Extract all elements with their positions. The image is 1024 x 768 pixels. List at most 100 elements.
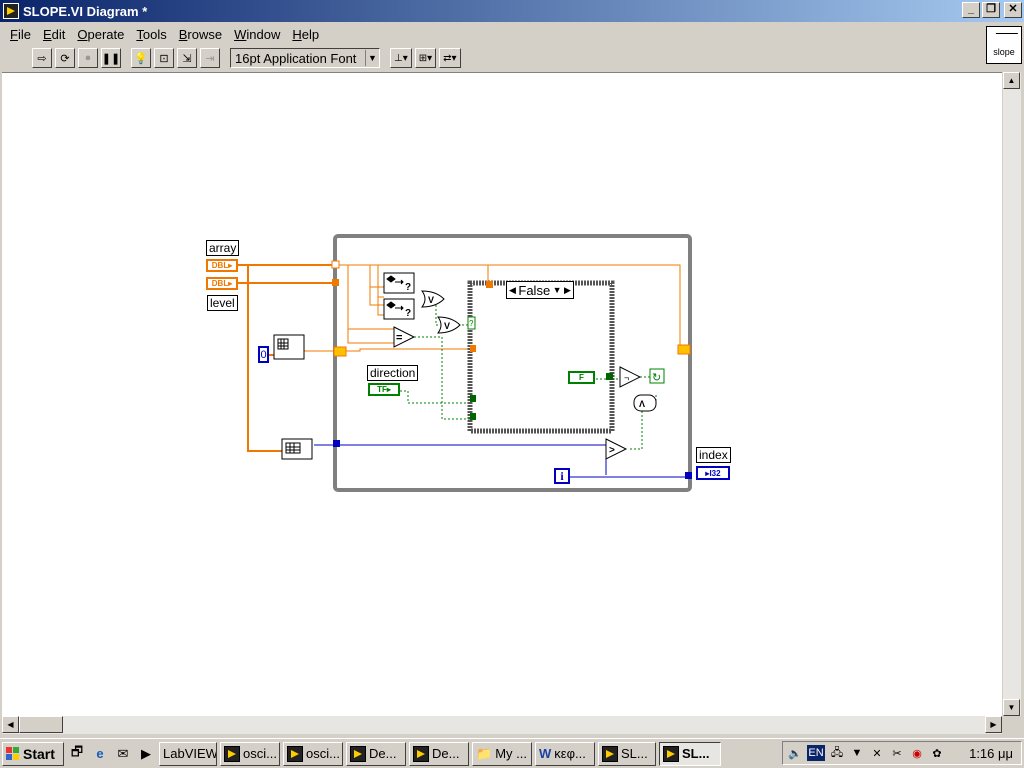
- taskbar: Start 🗗 e ✉ ▶ LabVIEW osci... osci... De…: [0, 738, 1024, 768]
- vertical-scrollbar[interactable]: ▲ ▼: [1003, 72, 1021, 716]
- distribute-objects-dropdown[interactable]: ⊞▾: [414, 48, 437, 68]
- taskbar-item-slope-1[interactable]: SL...: [598, 741, 656, 766]
- shift-register-left[interactable]: [333, 346, 347, 357]
- scroll-up-arrow[interactable]: ▲: [1003, 72, 1020, 89]
- taskbar-item-slope-2[interactable]: SL...: [659, 741, 721, 766]
- toolbar: ⇨ ⟳ ● ❚❚ 💡 ⊡ ⇲ ⇥ 16pt Application Font ▼…: [0, 46, 985, 70]
- highlight-execution-button[interactable]: 💡: [131, 48, 151, 68]
- menu-bar: File Edit Operate Tools Browse Window He…: [0, 23, 980, 45]
- outlook-icon[interactable]: ✉: [113, 744, 133, 764]
- false-constant[interactable]: F: [568, 371, 595, 384]
- case-input-tunnel: [470, 345, 476, 352]
- menu-help[interactable]: Help: [286, 25, 325, 44]
- start-button[interactable]: Start: [2, 741, 64, 766]
- not-node[interactable]: [619, 366, 642, 388]
- level-control-terminal[interactable]: DBL ▸: [206, 277, 238, 290]
- network-icon[interactable]: 🖧: [829, 745, 845, 761]
- labview-icon: [287, 745, 303, 762]
- svg-text:?: ?: [469, 319, 474, 328]
- case-prev-arrow[interactable]: ◀: [509, 285, 516, 296]
- taskbar-item-labview[interactable]: LabVIEW: [159, 741, 217, 766]
- chevron-down-icon[interactable]: ▼: [553, 285, 562, 295]
- run-continuously-button[interactable]: ⟳: [55, 48, 75, 68]
- taskbar-item-de-1[interactable]: De...: [346, 741, 406, 766]
- align-objects-dropdown[interactable]: ⊥▾: [390, 48, 412, 68]
- media-player-icon[interactable]: ▶: [136, 744, 156, 764]
- abort-button[interactable]: ●: [78, 48, 98, 68]
- svg-text:↻: ↻: [652, 372, 661, 384]
- block-diagram-canvas[interactable]: ? ? V V = ? ¬ ↻ Λ > array DBL ▸ DBL ▸ leve…: [2, 72, 1002, 716]
- retain-wire-values-button[interactable]: ⊡: [154, 48, 174, 68]
- step-into-button[interactable]: ⇲: [177, 48, 197, 68]
- title-bar: SLOPE.VI Diagram * _ ❐ ✕: [0, 0, 1024, 22]
- pause-button[interactable]: ❚❚: [101, 48, 121, 68]
- taskbar-item-osci-1[interactable]: osci...: [220, 741, 280, 766]
- level-label[interactable]: level: [207, 295, 238, 311]
- taskbar-item-my-computer[interactable]: 📁 My ...: [472, 741, 532, 766]
- array-label[interactable]: array: [206, 240, 240, 256]
- reorder-dropdown[interactable]: ⇄▾: [439, 48, 461, 68]
- step-over-button[interactable]: ⇥: [200, 48, 220, 68]
- svg-text:?: ?: [405, 308, 411, 319]
- in-range-node-2[interactable]: ?: [383, 298, 415, 320]
- direction-control-terminal[interactable]: TF ▸: [368, 383, 400, 396]
- minimize-button[interactable]: _: [962, 2, 980, 18]
- scroll-right-arrow[interactable]: ▶: [985, 716, 1002, 733]
- thin-double-wires: [304, 264, 681, 352]
- taskbar-item-de-2[interactable]: De...: [409, 741, 469, 766]
- run-button[interactable]: ⇨: [32, 48, 52, 68]
- case-output-tunnel: [606, 373, 613, 380]
- array-control-terminal[interactable]: DBL ▸: [206, 259, 238, 272]
- index-label[interactable]: index: [696, 447, 731, 463]
- direction-label[interactable]: direction: [367, 365, 419, 381]
- array-tunnel: [331, 260, 340, 269]
- index-indicator-terminal[interactable]: ▸ I32: [696, 466, 730, 480]
- tools-icon[interactable]: ✕: [869, 745, 885, 761]
- labview-icon: [602, 745, 618, 762]
- labview-app-icon[interactable]: [3, 3, 19, 19]
- filter-icon[interactable]: ▼: [849, 745, 865, 761]
- in-range-node-1[interactable]: ?: [383, 272, 415, 294]
- clock[interactable]: 1:16 μμ: [969, 746, 1013, 761]
- vi-icon[interactable]: slope: [986, 26, 1022, 64]
- palette-icon[interactable]: ✿: [929, 745, 945, 761]
- volume-icon[interactable]: 🔈: [787, 745, 803, 761]
- language-indicator[interactable]: EN: [807, 745, 825, 761]
- scroll-down-arrow[interactable]: ▼: [1003, 699, 1020, 716]
- svg-text:Λ: Λ: [639, 399, 645, 409]
- menu-operate[interactable]: Operate: [71, 25, 130, 44]
- scissors-icon[interactable]: ✂: [889, 745, 905, 761]
- close-button[interactable]: ✕: [1004, 2, 1022, 18]
- labview-icon: [350, 745, 366, 762]
- svg-text:>: >: [609, 445, 615, 456]
- svg-text:V: V: [444, 321, 450, 331]
- case-structure-frame[interactable]: [467, 280, 615, 434]
- internet-explorer-icon[interactable]: e: [90, 744, 110, 764]
- system-tray: 🔈 EN 🖧 ▼ ✕ ✂ ◉ ✿ 1:16 μμ: [782, 741, 1022, 765]
- font-select[interactable]: 16pt Application Font ▼: [230, 48, 380, 68]
- case-next-arrow[interactable]: ▶: [564, 285, 571, 296]
- menu-edit[interactable]: Edit: [37, 25, 71, 44]
- record-icon[interactable]: ◉: [909, 745, 925, 761]
- svg-text:¬: ¬: [624, 373, 629, 383]
- svg-text:V: V: [428, 295, 434, 305]
- menu-tools[interactable]: Tools: [130, 25, 172, 44]
- menu-browse[interactable]: Browse: [173, 25, 228, 44]
- svg-text:?: ?: [405, 282, 411, 293]
- window-title: SLOPE.VI Diagram *: [23, 3, 148, 19]
- scroll-left-arrow[interactable]: ◀: [2, 716, 19, 733]
- horizontal-scroll-thumb[interactable]: [19, 716, 63, 733]
- case-top-tunnel: [486, 281, 493, 288]
- restore-button[interactable]: ❐: [982, 2, 1000, 18]
- show-desktop-icon[interactable]: 🗗: [67, 744, 87, 764]
- integer-wires: [314, 444, 688, 478]
- horizontal-scrollbar[interactable]: ◀ ▶: [2, 716, 1002, 734]
- taskbar-item-word[interactable]: Wκεφ...: [535, 741, 595, 766]
- taskbar-item-osci-2[interactable]: osci...: [283, 741, 343, 766]
- case-selector-label[interactable]: ◀ False ▼ ▶: [506, 281, 574, 299]
- shift-register-right[interactable]: [677, 344, 691, 355]
- index-output-tunnel: [685, 472, 692, 479]
- menu-window[interactable]: Window: [228, 25, 286, 44]
- zero-constant[interactable]: 0: [258, 346, 269, 363]
- menu-file[interactable]: File: [4, 25, 37, 44]
